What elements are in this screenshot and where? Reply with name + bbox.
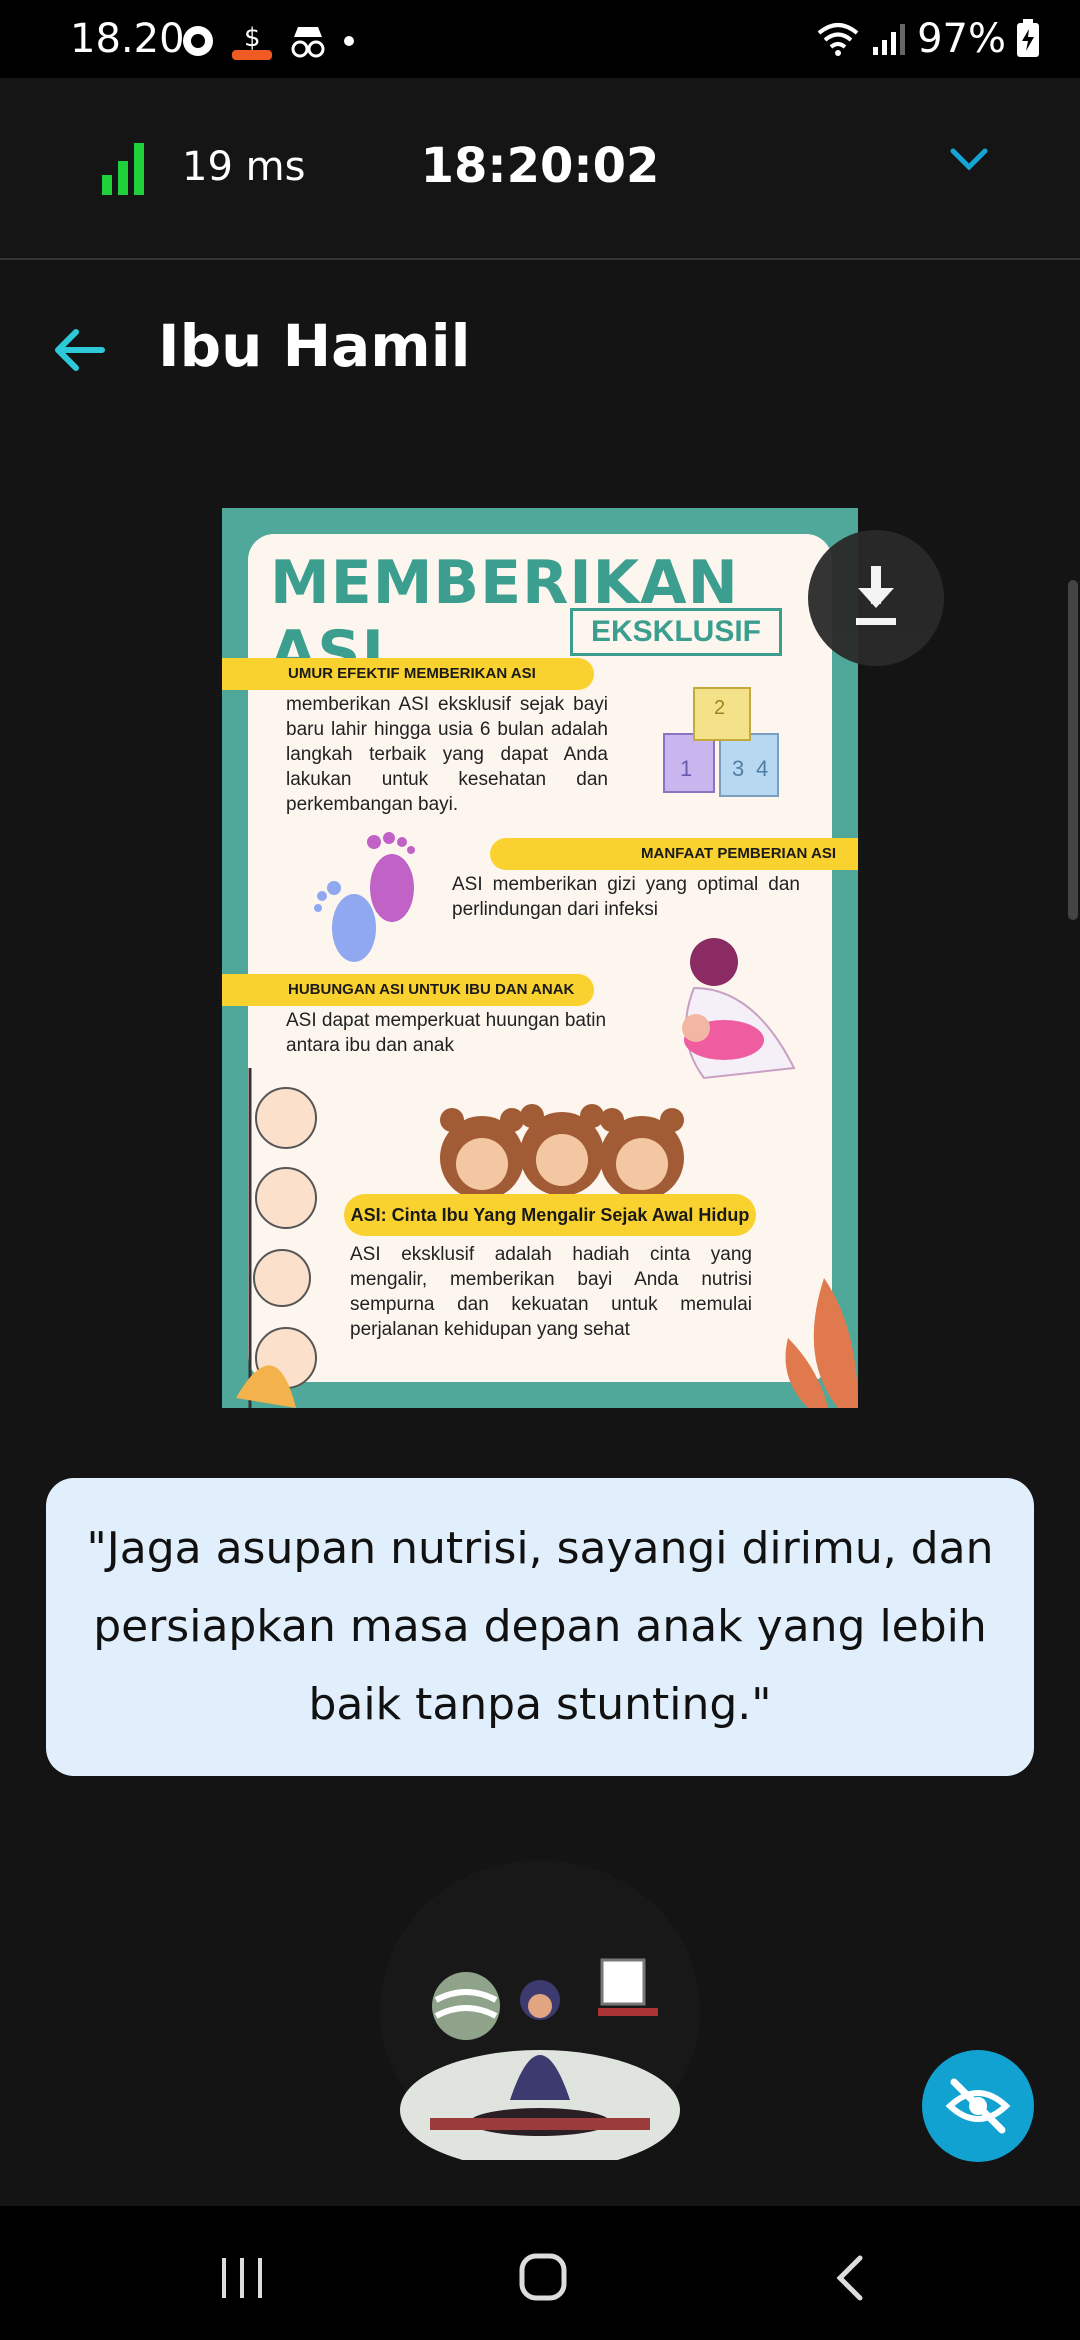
asi-poster-image[interactable]: MEMBERIKAN ASI EKSKLUSIF UMUR EFEKTIF ME…	[222, 508, 858, 1408]
poster-section3-text: ASI dapat memperkuat huungan batin antar…	[286, 1010, 607, 1056]
babies-illustration	[236, 1068, 317, 1408]
baby-footprints-illustration	[314, 832, 415, 962]
poster-section1-heading: UMUR EFEKTIF MEMBERIKAN ASI	[222, 658, 594, 690]
shop-notification-icon: $	[232, 23, 272, 60]
status-notification-icons: $	[180, 20, 356, 62]
poster-section4-text: ASI eksklusif adalah hadiah cinta yang m…	[350, 1244, 752, 1340]
cell-signal-icon	[873, 24, 906, 55]
poster-section2-text: ASI memberikan gizi yang optimal dan per…	[452, 874, 800, 920]
home-icon[interactable]	[518, 2252, 568, 2302]
recent-apps-icon[interactable]	[218, 2256, 268, 2300]
status-bar: 18.20 $ 97%	[0, 0, 1080, 78]
poster-section4-heading: ASI: Cinta Ibu Yang Mengalir Sejak Awal …	[344, 1194, 756, 1236]
network-info-bar: 19 ms 18:20:02	[0, 78, 1080, 260]
bear-costume-kids-illustration	[440, 1104, 684, 1200]
block-number-3: 3	[732, 756, 744, 781]
block-number-1: 1	[680, 756, 692, 781]
eye-off-icon	[945, 2078, 1011, 2134]
mother-breastfeeding-illustration	[682, 938, 796, 1080]
page-title: Ibu Hamil	[158, 312, 471, 380]
poster-subtitle: EKSKLUSIF	[570, 608, 782, 656]
scrollbar[interactable]	[1068, 580, 1078, 920]
battery-percent: 97%	[917, 16, 1006, 62]
app-notification-icon	[183, 26, 213, 56]
leaf-decoration	[785, 1278, 858, 1408]
download-icon	[856, 566, 896, 625]
more-notifications-dot-icon	[344, 36, 354, 46]
quote-card: "Jaga asupan nutrisi, sayangi dirimu, da…	[46, 1478, 1034, 1776]
incognito-icon	[291, 27, 325, 58]
status-right: 97%	[815, 16, 1040, 62]
poster-section3-heading: HUBUNGAN ASI UNTUK IBU DAN ANAK	[222, 974, 594, 1006]
block-number-2: 2	[714, 697, 725, 719]
toy-blocks-illustration: 1 2 3 4	[663, 687, 779, 797]
download-button[interactable]	[808, 530, 944, 666]
status-time: 18.20	[70, 16, 185, 62]
arrow-left-icon[interactable]	[50, 320, 110, 380]
chevron-down-icon[interactable]	[950, 148, 988, 172]
back-nav-icon[interactable]	[830, 2254, 870, 2302]
svg-text:$: $	[244, 23, 261, 53]
poster-section1-text: memberikan ASI eksklusif sejak bayi baru…	[286, 694, 608, 815]
system-nav-bar	[0, 2206, 1080, 2340]
pregnant-woman-meditating-illustration	[400, 1958, 680, 2170]
poster-section2-heading: MANFAAT PEMBERIAN ASI	[490, 838, 858, 870]
battery-charging-icon	[1017, 19, 1039, 57]
wifi-icon	[817, 23, 859, 56]
block-number-4: 4	[756, 756, 768, 781]
clock-display: 18:20:02	[420, 138, 660, 194]
hide-toggle-button[interactable]	[922, 2050, 1034, 2162]
illustration-circle	[380, 1860, 700, 2170]
